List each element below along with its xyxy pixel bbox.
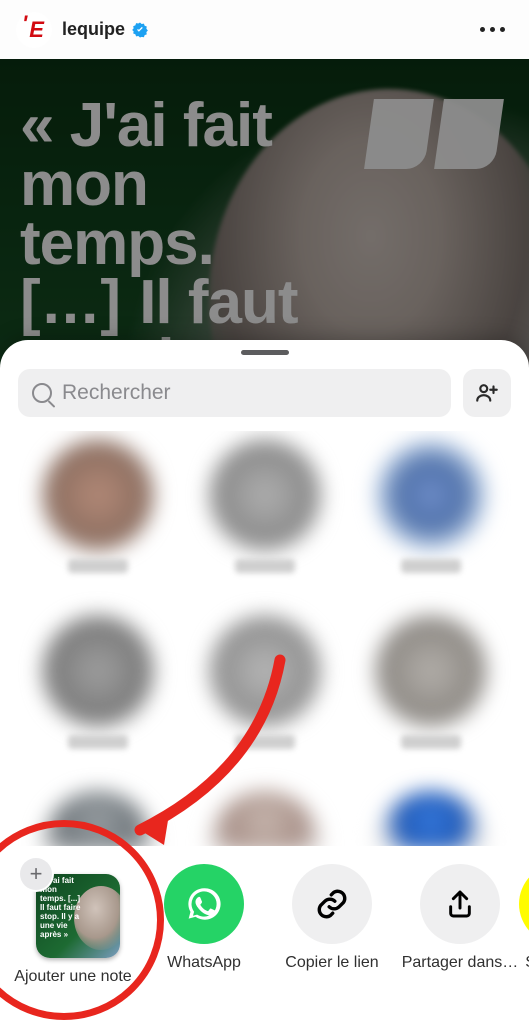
sheet-grabber[interactable] [241, 350, 289, 355]
verified-badge-icon [131, 21, 149, 39]
share-contacts-grid [0, 431, 529, 846]
share-contact[interactable] [195, 791, 335, 846]
search-icon [32, 383, 52, 403]
account-avatar[interactable]: 'E [16, 12, 52, 48]
whatsapp-icon [164, 864, 244, 944]
contact-name [68, 559, 128, 573]
share-label: Partager dans… [402, 954, 519, 990]
more-options-button[interactable] [472, 19, 513, 40]
share-icon [420, 864, 500, 944]
avatar [375, 615, 487, 727]
contact-name [401, 735, 461, 749]
avatar [209, 615, 321, 727]
share-snapchat[interactable]: Snapchat [524, 850, 529, 1024]
share-contact[interactable] [361, 615, 501, 749]
contact-name [235, 735, 295, 749]
link-icon [292, 864, 372, 944]
contact-name [235, 559, 295, 573]
avatar [375, 791, 487, 846]
logo-letter: E [29, 19, 44, 41]
logo-apostrophe: ' [22, 11, 27, 37]
share-more[interactable]: Partager dans… [396, 850, 524, 1024]
contact-name [401, 559, 461, 573]
search-placeholder: Rechercher [62, 381, 171, 405]
avatar [42, 615, 154, 727]
contact-name [68, 735, 128, 749]
account-username[interactable]: lequipe [62, 19, 125, 40]
add-people-icon [474, 380, 500, 406]
share-contact[interactable] [28, 615, 168, 749]
share-label: WhatsApp [167, 954, 241, 990]
avatar [209, 439, 321, 551]
share-copy-link[interactable]: Copier le lien [268, 850, 396, 1024]
share-contact[interactable] [361, 439, 501, 573]
avatar [209, 791, 321, 846]
avatar [375, 439, 487, 551]
create-group-button[interactable] [463, 369, 511, 417]
story-header: 'E lequipe [0, 0, 529, 59]
share-contact[interactable] [195, 439, 335, 573]
avatar [42, 439, 154, 551]
search-input[interactable]: Rechercher [18, 369, 451, 417]
share-label: Snapchat [525, 954, 529, 990]
share-contact[interactable] [195, 615, 335, 749]
share-label: Copier le lien [285, 954, 378, 990]
share-contact[interactable] [361, 791, 501, 846]
share-contact[interactable] [28, 439, 168, 573]
